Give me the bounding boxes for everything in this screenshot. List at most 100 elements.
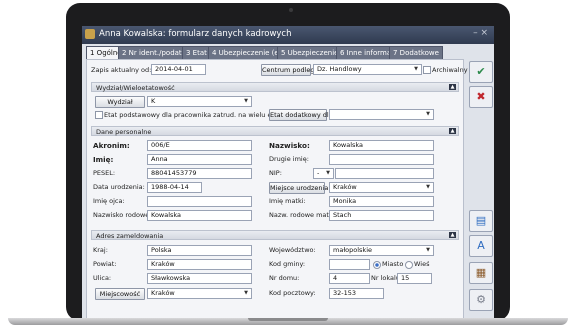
wies-radio[interactable]	[405, 261, 413, 269]
gmina-label: Kod gminy:	[269, 260, 306, 268]
birthplace-select[interactable]: Kraków ▼	[329, 182, 434, 193]
wydzial-select[interactable]: K ▼	[147, 96, 252, 107]
font-icon[interactable]: A	[469, 235, 493, 257]
gmina-input[interactable]	[329, 259, 370, 270]
etat-label: Etat podstawowy dla pracownika zatrud. n…	[104, 111, 293, 119]
chevron-down-icon: ▼	[426, 111, 430, 117]
miejscowosc-button[interactable]: Miejscowość	[95, 288, 145, 300]
pesel-input[interactable]: 88041453779	[147, 168, 252, 179]
screen: Anna Kowalska: formularz danych kadrowyc…	[82, 26, 494, 318]
akronim-label: Akronim:	[93, 141, 130, 150]
miasto-radio[interactable]	[373, 261, 381, 269]
birthplace-button[interactable]: Miejsce urodzenia	[269, 182, 328, 194]
archive-checkbox[interactable]	[423, 66, 431, 74]
ulica-label: Ulica:	[93, 274, 112, 282]
etat-dodatkowy-button[interactable]: Etat dodatkowy dla	[269, 109, 333, 121]
rodowe-matki-input[interactable]: Stach	[329, 210, 434, 221]
collapse-icon[interactable]: ▲	[449, 128, 456, 134]
section-personal-title: Dane personalne	[96, 128, 152, 136]
ojca-label: Imię ojca:	[93, 197, 125, 205]
miasto-label: Miasto	[382, 260, 404, 268]
tab-nr-ident[interactable]: 2 Nr ident./podatki	[118, 46, 192, 60]
woj-select[interactable]: małopolskie ▼	[329, 245, 434, 256]
matki-input[interactable]: Monika	[329, 196, 434, 207]
woj-value: małopolskie	[333, 246, 373, 254]
akronim-value: 006/E	[151, 141, 170, 149]
chevron-down-icon: ▼	[414, 66, 418, 72]
section-wydzial-title: Wydział/Wieloetatowość	[96, 84, 175, 92]
miejscowosc-value: Kraków	[151, 289, 175, 297]
lokal-value: 15	[401, 274, 410, 282]
tab-bar: 1 Ogólne 2 Nr ident./podatki 3 Etat 4 Ub…	[86, 46, 490, 60]
tab-dodatkowe[interactable]: 7 Dodatkowe	[389, 46, 443, 60]
collapse-icon[interactable]: ▲	[449, 232, 456, 238]
dom-label: Nr domu:	[269, 274, 300, 282]
rodowe-label: Nazwisko rodowe:	[93, 211, 152, 219]
ulica-input[interactable]: Sławkowska	[147, 273, 252, 284]
rodowe-value: Kowalska	[151, 211, 182, 219]
matki-label: Imię matki:	[269, 197, 306, 205]
section-address[interactable]: Adres zameldowania ▲	[91, 230, 459, 240]
wydzial-value: K	[151, 97, 156, 105]
rodowe-matki-label: Nazw. rodowe matki:	[269, 211, 337, 219]
nip-input[interactable]	[335, 168, 434, 179]
powiat-label: Powiat:	[93, 260, 117, 268]
birth-input[interactable]: 1988-04-14	[147, 182, 202, 193]
collapse-icon[interactable]: ▲	[449, 84, 456, 90]
birth-label: Data urodzenia:	[93, 183, 145, 191]
nazwisko-value: Kowalska	[333, 141, 364, 149]
kod-input[interactable]: 32-153	[329, 288, 384, 299]
lokal-input[interactable]: 15	[397, 273, 432, 284]
section-personal[interactable]: Dane personalne ▲	[91, 126, 459, 136]
miejscowosc-select[interactable]: Kraków ▼	[147, 288, 252, 299]
chevron-down-icon: ▼	[426, 247, 430, 253]
laptop-notch	[248, 318, 328, 321]
cost-center-value: Dz. Handlowy	[317, 65, 362, 73]
etat-dodatkowy-select[interactable]: ▼	[329, 109, 434, 120]
birthplace-value: Kraków	[333, 183, 357, 191]
cost-center-select[interactable]: Dz. Handlowy ▼	[313, 64, 422, 75]
nip-value: -	[317, 169, 320, 177]
drugie-input[interactable]	[329, 154, 434, 165]
rodowe-input[interactable]: Kowalska	[147, 210, 252, 221]
side-toolbar: ✔ ✖ ▤ A ▦ ⚙	[466, 59, 494, 318]
cancel-icon[interactable]: ✖	[469, 86, 493, 108]
window-controls[interactable]: – ×	[473, 28, 488, 38]
chevron-down-icon: ▼	[244, 290, 248, 296]
date-value: 2014-04-01	[155, 65, 193, 73]
nip-label: NIP:	[269, 169, 282, 177]
window-titlebar: Anna Kowalska: formularz danych kadrowyc…	[82, 26, 494, 44]
kod-value: 32-153	[333, 289, 357, 297]
archive-label: Archiwalny	[432, 66, 468, 74]
chevron-down-icon: ▼	[244, 98, 248, 104]
etat-checkbox[interactable]	[95, 111, 103, 119]
wies-label: Wieś	[414, 260, 430, 268]
save-icon[interactable]: ✔	[469, 61, 493, 83]
nip-prefix-select[interactable]: - ▼	[313, 168, 334, 179]
chevron-down-icon: ▼	[426, 184, 430, 190]
powiat-input[interactable]: Kraków	[147, 259, 252, 270]
akronim-input[interactable]: 006/E	[147, 140, 252, 151]
kraj-input[interactable]: Polska	[147, 245, 252, 256]
tools-icon[interactable]: ⚙	[469, 289, 493, 311]
nazwisko-label: Nazwisko:	[269, 141, 310, 150]
kraj-label: Kraj:	[93, 246, 108, 254]
rodowe-matki-value: Stach	[333, 211, 352, 219]
wydzial-button[interactable]: Wydział	[95, 96, 145, 108]
woj-label: Województwo:	[269, 246, 316, 254]
pesel-label: PESEL:	[93, 169, 116, 177]
ojca-input[interactable]	[147, 196, 252, 207]
section-wydzial[interactable]: Wydział/Wieloetatowość ▲	[91, 82, 459, 92]
cost-center-button[interactable]: Centrum podległ	[261, 64, 316, 76]
tab-etat[interactable]: 3 Etat	[182, 46, 211, 60]
date-input[interactable]: 2014-04-01	[151, 64, 206, 75]
form-panel: Zapis aktualny od: 2014-04-01 Centrum po…	[86, 59, 468, 318]
chevron-down-icon: ▼	[326, 170, 330, 176]
imie-input[interactable]: Anna	[147, 154, 252, 165]
nazwisko-input[interactable]: Kowalska	[329, 140, 434, 151]
powiat-value: Kraków	[151, 260, 175, 268]
dom-input[interactable]: 4	[329, 273, 370, 284]
calendar-icon[interactable]: ▦	[469, 262, 493, 284]
ulica-value: Sławkowska	[151, 274, 191, 282]
document-icon[interactable]: ▤	[469, 210, 493, 232]
